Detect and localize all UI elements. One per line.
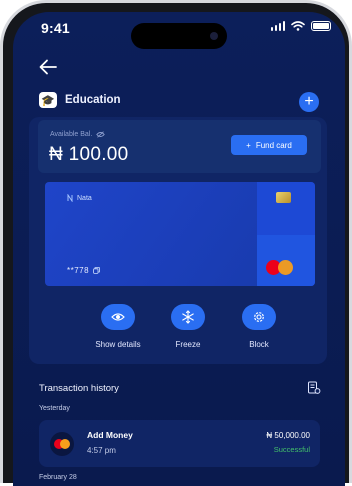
card-panel: Available Bal. ₦ 100.00 + Fund card Nata… <box>29 117 327 364</box>
wallet-name: Education <box>65 94 121 106</box>
freeze-action[interactable]: Freeze <box>148 304 228 349</box>
battery-icon <box>311 21 331 31</box>
signal-icon <box>270 21 285 31</box>
available-balance-label-row: Available Bal. <box>50 131 106 138</box>
app-screen: 9:41 🎓 Education + Available Bal. ₦ 100.… <box>13 12 345 486</box>
status-time: 9:41 <box>41 20 70 36</box>
freeze-button[interactable] <box>171 304 205 330</box>
transaction-group-label: Yesterday <box>39 405 70 412</box>
camera-icon <box>210 32 218 40</box>
wifi-icon <box>291 21 305 31</box>
block-label: Block <box>249 340 269 349</box>
freeze-label: Freeze <box>175 340 201 349</box>
card-brand-name: Nata <box>77 194 92 202</box>
gear-icon <box>254 312 264 322</box>
status-bar: 9:41 <box>13 12 345 52</box>
available-balance-label: Available Bal. <box>50 131 93 138</box>
transaction-time: 4:57 pm <box>87 446 116 455</box>
masked-card-number: **778 <box>67 266 90 275</box>
plus-icon: + <box>304 93 314 110</box>
status-icons <box>270 21 331 31</box>
balance-box: Available Bal. ₦ 100.00 + Fund card <box>38 120 321 173</box>
mastercard-logo-icon <box>266 260 293 275</box>
show-details-button[interactable] <box>101 304 135 330</box>
fund-card-button[interactable]: + Fund card <box>231 135 307 155</box>
fund-card-label: Fund card <box>255 140 292 150</box>
show-details-action[interactable]: Show details <box>78 304 158 349</box>
transaction-history-title: Transaction history <box>39 383 119 394</box>
transaction-status: Successful <box>273 445 310 454</box>
dynamic-island <box>131 23 227 49</box>
filter-report-icon[interactable] <box>307 381 321 395</box>
copy-icon[interactable] <box>93 267 100 274</box>
transaction-group-label: February 28 <box>39 474 77 481</box>
snowflake-icon <box>182 310 194 324</box>
balance-amount: ₦ 100.00 <box>49 144 129 165</box>
virtual-card[interactable]: Nata **778 <box>45 182 315 286</box>
phone-frame: 9:41 🎓 Education + Available Bal. ₦ 100.… <box>0 0 352 486</box>
block-action[interactable]: Block <box>219 304 299 349</box>
transaction-amount: ₦ 50,000.00 <box>266 431 310 440</box>
mastercard-logo-icon <box>50 432 74 456</box>
phone-bezel: 9:41 🎓 Education + Available Bal. ₦ 100.… <box>3 3 349 486</box>
brand-logo-icon <box>67 194 73 202</box>
block-button[interactable] <box>242 304 276 330</box>
add-button[interactable]: + <box>299 92 319 112</box>
card-number: **778 <box>67 266 100 275</box>
mortarboard-icon: 🎓 <box>39 92 57 108</box>
card-chip-icon <box>276 192 291 203</box>
eye-icon <box>111 313 125 321</box>
eye-off-icon[interactable] <box>96 131 106 138</box>
back-arrow-icon[interactable] <box>37 56 59 78</box>
plus-icon: + <box>246 140 251 150</box>
show-details-label: Show details <box>95 340 141 349</box>
card-brand: Nata <box>67 194 92 202</box>
wallet-header: 🎓 Education <box>39 92 121 108</box>
transaction-name: Add Money <box>87 430 133 440</box>
transaction-item[interactable]: Add Money 4:57 pm ₦ 50,000.00 Successful <box>39 420 320 467</box>
